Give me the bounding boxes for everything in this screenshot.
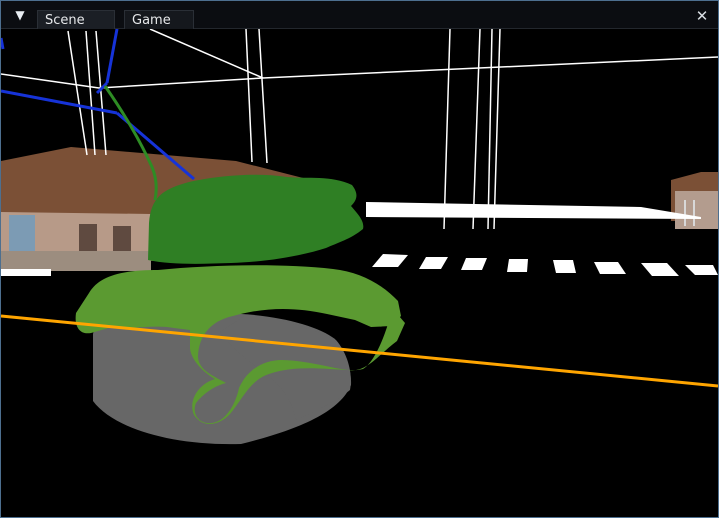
road-marking-left	[1, 269, 51, 276]
scene-viewport[interactable]	[1, 29, 718, 517]
road-stripe	[553, 260, 576, 273]
scene-window: ▼ Scene Game ✕	[0, 0, 719, 518]
tab-menu-icon[interactable]: ▼	[9, 6, 31, 24]
window-titlebar: ▼ Scene Game ✕	[1, 1, 718, 29]
close-icon[interactable]: ✕	[693, 7, 711, 25]
building-base	[1, 251, 151, 271]
tab-game[interactable]: Game	[124, 10, 194, 29]
axis-line	[1, 37, 5, 50]
building-wall	[675, 191, 718, 229]
tab-scene[interactable]: Scene	[37, 10, 115, 29]
building-window	[9, 215, 35, 251]
building-right	[671, 172, 718, 229]
scene-canvas	[1, 29, 718, 517]
road-stripe	[507, 259, 528, 272]
